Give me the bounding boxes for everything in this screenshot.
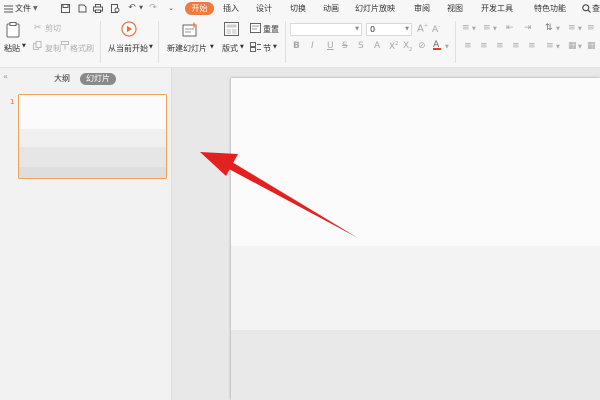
annotation-arrow bbox=[200, 152, 358, 238]
